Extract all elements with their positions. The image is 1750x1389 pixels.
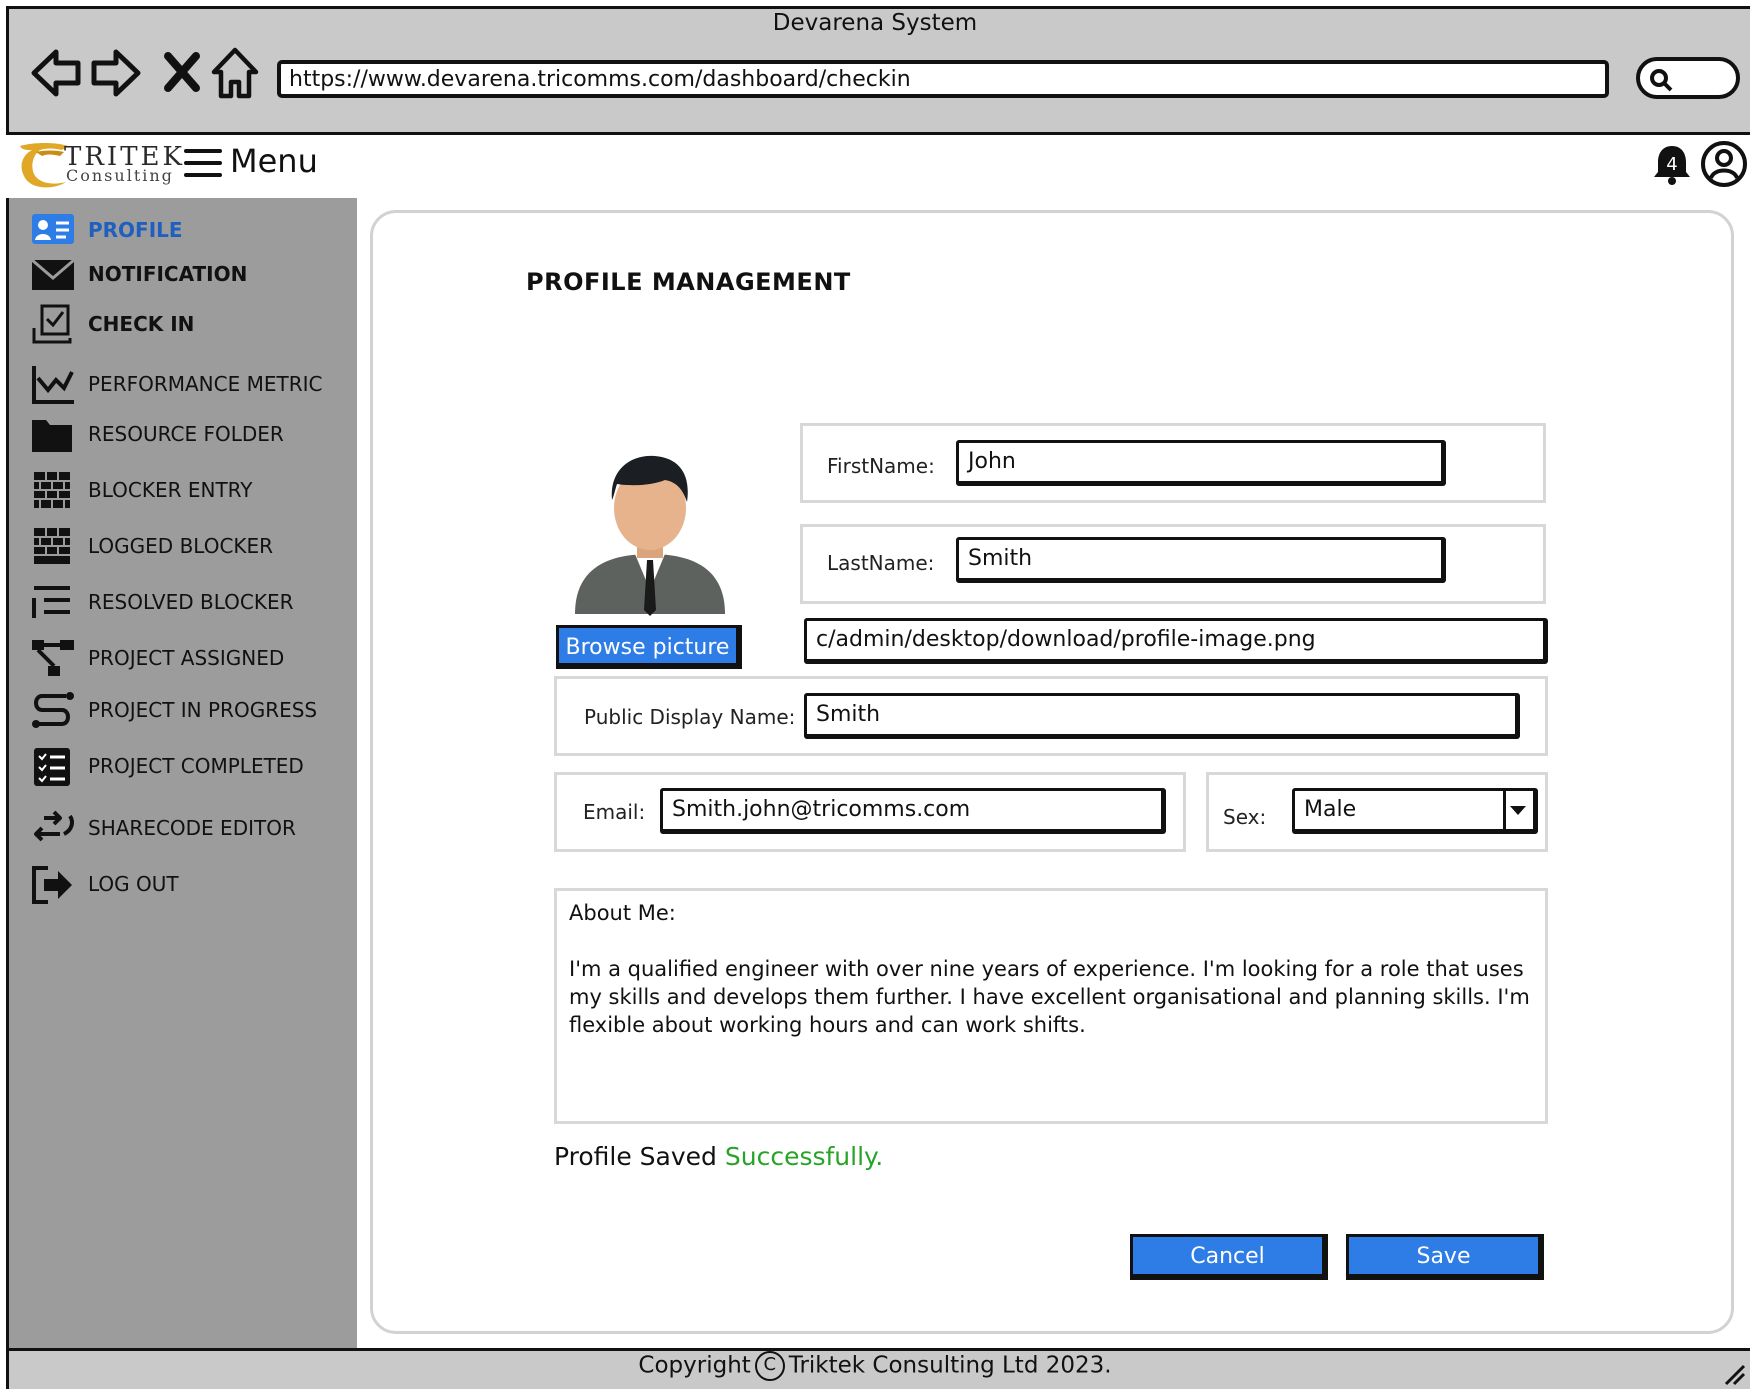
sidebar-item-label: PERFORMANCE METRIC: [88, 372, 323, 396]
sidebar-item-check-in[interactable]: CHECK IN: [30, 304, 350, 346]
hierarchy-icon: [32, 640, 74, 676]
folder-icon: [32, 420, 72, 452]
notification-bell-icon[interactable]: 4: [1650, 142, 1694, 186]
chevron-down-icon[interactable]: [1503, 791, 1533, 829]
resize-grip-icon[interactable]: [1722, 1362, 1746, 1386]
sidebar-item-label: BLOCKER ENTRY: [88, 478, 253, 502]
last-name-input[interactable]: Smith: [956, 537, 1446, 583]
hamburger-menu-icon[interactable]: [184, 146, 222, 180]
copyright-suffix: Triktek Consulting Ltd 2023.: [788, 1352, 1112, 1379]
sidebar-item-logged-blocker[interactable]: LOGGED BLOCKER: [30, 526, 350, 568]
profile-avatar-image: [575, 455, 725, 616]
about-me-text: I'm a qualified engineer with over nine …: [569, 957, 1530, 1037]
profile-card-icon: [32, 214, 74, 244]
copyright-symbol: C: [754, 1351, 785, 1381]
sidebar-item-label: RESOLVED BLOCKER: [88, 590, 294, 614]
sidebar-item-project-completed[interactable]: PROJECT COMPLETED: [30, 746, 350, 788]
user-account-icon[interactable]: [1700, 140, 1748, 188]
sidebar-item-label: PROJECT ASSIGNED: [88, 646, 285, 670]
sidebar-item-resolved-blocker[interactable]: RESOLVED BLOCKER: [30, 582, 350, 624]
checklist-icon: [34, 748, 70, 786]
browse-picture-button[interactable]: Browse picture: [556, 625, 742, 669]
sidebar-item-blocker-entry[interactable]: BLOCKER ENTRY: [30, 470, 350, 512]
sidebar-item-label: CHECK IN: [88, 312, 195, 336]
logo-subtitle: Consulting: [66, 166, 174, 185]
first-name-input[interactable]: John: [956, 440, 1446, 486]
sidebar-item-profile[interactable]: PROFILE: [30, 210, 350, 252]
sidebar-item-label: NOTIFICATION: [88, 262, 248, 286]
save-button[interactable]: Save: [1346, 1234, 1544, 1280]
display-name-label: Public Display Name:: [584, 705, 796, 729]
first-name-label: FirstName:: [827, 454, 935, 478]
logout-icon: [32, 866, 72, 904]
back-arrow-icon[interactable]: [28, 44, 86, 102]
sidebar-item-label: LOG OUT: [88, 872, 179, 896]
sidebar-item-sharecode-editor[interactable]: SHARECODE EDITOR: [30, 808, 350, 850]
about-me-textarea[interactable]: About Me: I'm a qualified engineer with …: [554, 888, 1548, 1124]
email-input[interactable]: Smith.john@tricomms.com: [660, 788, 1166, 834]
sex-select-value: Male: [1304, 797, 1357, 822]
sidebar-item-performance-metric[interactable]: PERFORMANCE METRIC: [30, 364, 350, 406]
sex-select[interactable]: Male: [1292, 788, 1538, 834]
brick-wall-icon: [34, 472, 70, 508]
flow-icon: [32, 692, 74, 728]
sidebar-item-log-out[interactable]: LOG OUT: [30, 864, 350, 906]
image-path-input[interactable]: c/admin/desktop/download/profile-image.p…: [804, 618, 1548, 664]
sidebar-item-notification[interactable]: NOTIFICATION: [30, 254, 350, 296]
copyright-text: Copyright C Triktek Consulting Ltd 2023.: [0, 1351, 1750, 1381]
sex-label: Sex:: [1223, 805, 1267, 829]
sidebar-item-project-in-progress[interactable]: PROJECT IN PROGRESS: [30, 690, 350, 732]
list-icon: [32, 586, 70, 618]
email-label: Email:: [583, 800, 646, 824]
envelope-icon: [31, 258, 75, 290]
status-prefix: Profile Saved: [554, 1142, 717, 1171]
forward-arrow-icon[interactable]: [86, 44, 144, 102]
check-in-icon: [32, 304, 72, 344]
sidebar-item-label: SHARECODE EDITOR: [88, 816, 296, 840]
window-title: Devarena System: [772, 10, 978, 36]
sidebar-item-label: PROJECT IN PROGRESS: [88, 698, 318, 722]
page-title: PROFILE MANAGEMENT: [526, 268, 851, 296]
about-me-label: About Me:: [569, 901, 676, 925]
cancel-button[interactable]: Cancel: [1130, 1234, 1328, 1280]
display-name-input[interactable]: Smith: [804, 693, 1520, 739]
menu-label[interactable]: Menu: [230, 142, 318, 180]
search-icon: [1650, 69, 1673, 92]
copyright-prefix: Copyright: [638, 1352, 751, 1379]
sidebar-item-resource-folder[interactable]: RESOURCE FOLDER: [30, 414, 350, 456]
last-name-label: LastName:: [827, 551, 935, 575]
share-arrows-icon: [34, 810, 74, 842]
status-success-text: Successfully.: [724, 1142, 884, 1171]
sidebar-item-label: LOGGED BLOCKER: [88, 534, 274, 558]
home-icon[interactable]: [206, 44, 264, 102]
sidebar-item-project-assigned[interactable]: PROJECT ASSIGNED: [30, 638, 350, 680]
sidebar-item-label: RESOURCE FOLDER: [88, 422, 284, 446]
sidebar-item-label: PROJECT COMPLETED: [88, 754, 304, 778]
chart-icon: [32, 366, 74, 404]
address-bar[interactable]: https://www.devarena.tricomms.com/dashbo…: [277, 60, 1609, 98]
sidebar-item-label: PROFILE: [88, 218, 183, 242]
brick-wall-icon: [34, 528, 70, 564]
browser-search-box[interactable]: [1636, 57, 1740, 99]
save-status-message: Profile Saved Successfully.: [554, 1142, 883, 1171]
notification-count: 4: [1666, 154, 1677, 175]
